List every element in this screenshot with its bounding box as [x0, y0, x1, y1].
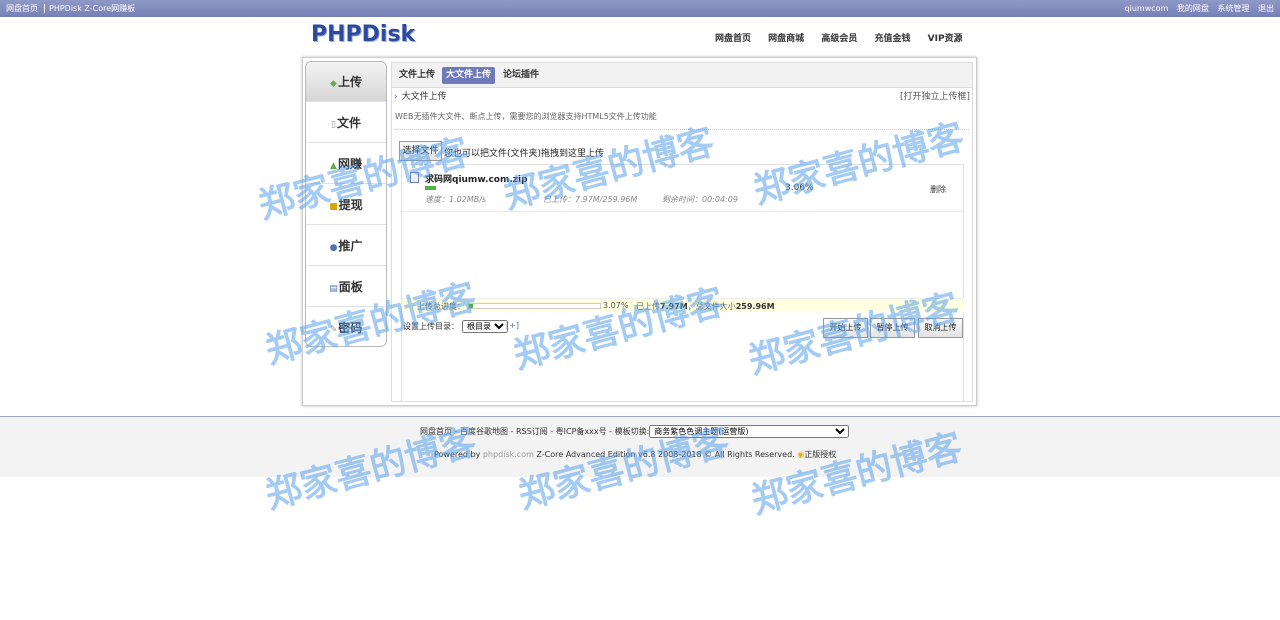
top-bar: 网盘首页 PHPDisk Z-Core网赚板 qiumwcom 我的网盘 系统管理…	[0, 0, 1280, 17]
file-remaining-time: 剩余时间：00:04:09	[662, 195, 738, 204]
upload-drop-zone[interactable]: 求码网qiumw.com.zip 3.06% 删除 速度：1.02MB/s 已上…	[401, 164, 964, 401]
cancel-upload-button[interactable]: 取消上传	[918, 318, 963, 338]
theme-select[interactable]: 商务紫色色调主题(运营版)	[649, 425, 850, 438]
tab-big-file-upload[interactable]: 大文件上传	[442, 67, 496, 84]
sidebar-item-promote[interactable]: ●推广	[306, 226, 386, 266]
sidebar-item-panel[interactable]: ▤面板	[306, 267, 386, 307]
arrow-right-icon: ›	[394, 92, 398, 102]
sidebar-item-upload[interactable]: ◆上传	[306, 62, 386, 102]
earn-icon: ▲	[330, 161, 337, 171]
file-uploaded: 已上传：7.97M/259.96M	[543, 195, 638, 204]
sidebar-item-label: 文件	[336, 116, 361, 130]
tab-file-upload[interactable]: 文件上传	[395, 67, 439, 84]
withdraw-icon: ■	[329, 202, 338, 212]
file-progress-fill	[425, 186, 437, 190]
list-item: 求码网qiumw.com.zip 3.06% 删除 速度：1.02MB/s 已上…	[402, 165, 963, 212]
sidebar-item-files[interactable]: ▯文件	[306, 103, 386, 143]
top-link-home[interactable]: 网盘首页	[6, 4, 38, 13]
total-progress-fill	[469, 304, 474, 308]
upload-dir-select[interactable]: 根目录	[462, 320, 508, 333]
top-link-user[interactable]: qiumwcom	[1125, 4, 1169, 13]
footer-copyright: Powered by phpdisk.com Z-Core Advanced E…	[434, 449, 836, 460]
uploaded-prefix: 已上传	[636, 302, 660, 311]
powered-link[interactable]: phpdisk.com	[483, 450, 534, 459]
total-progress-bar	[468, 303, 601, 309]
file-icon: ▯	[331, 120, 336, 130]
top-link-site[interactable]: PHPDisk Z-Core网赚板	[49, 4, 135, 13]
nav-vip-member[interactable]: 高级会员	[821, 34, 857, 44]
powered-suffix: Z-Core Advanced Edition v6.8 2008-2018 ©…	[533, 450, 795, 459]
upload-tabs: 文件上传 大文件上传 论坛插件	[392, 63, 972, 88]
top-bar-left: 网盘首页 PHPDisk Z-Core网赚板	[6, 3, 141, 14]
nav-vip-resources[interactable]: VIP资源	[928, 34, 963, 44]
nav-shop[interactable]: 网盘商城	[768, 34, 804, 44]
total-progress: 上传总进度： 3.07% 已上传7.97M，总文件大小259.96M	[402, 298, 964, 312]
top-link-mydisk[interactable]: 我的网盘	[1177, 4, 1209, 13]
sidebar-item-label: 推广	[338, 239, 363, 253]
file-progress-percent: 3.06%	[785, 183, 814, 193]
sidebar-item-label: 网赚	[337, 157, 362, 171]
file-speed: 速度：1.02MB/s	[425, 195, 487, 204]
delete-file-link[interactable]: 删除	[930, 184, 946, 195]
choose-file-button[interactable]: 选择文件	[399, 141, 442, 161]
license-link[interactable]: 正版授权	[804, 450, 836, 459]
sidebar-item-earn[interactable]: ▲网赚	[306, 144, 386, 184]
document-icon	[410, 172, 419, 183]
site-logo[interactable]: PHPDisk	[311, 22, 415, 47]
upload-content: 文件上传 大文件上传 论坛插件 › 大文件上传 [打开独立上传框] WEB无插件大…	[391, 62, 973, 402]
sidebar: ◆上传 ▯文件 ▲网赚 ■提现 ●推广 ▤面板 ✎密码	[305, 61, 387, 347]
sidebar-item-label: 上传	[337, 75, 362, 89]
nav-home[interactable]: 网盘首页	[715, 34, 751, 44]
start-upload-button[interactable]: 开始上传	[823, 318, 868, 338]
file-progress-bar	[425, 186, 785, 190]
total-progress-info: 已上传7.97M，总文件大小259.96M	[636, 301, 775, 312]
section-title-text: 大文件上传	[401, 92, 447, 102]
size-prefix: ，总文件大小	[687, 302, 736, 311]
promote-icon: ●	[329, 243, 338, 253]
footer-links: 网盘首页 - 百度谷歌地图 - RSS订阅 - 粤ICP备xxx号 - 模板切换…	[420, 425, 850, 438]
sidebar-item-label: 密码	[338, 321, 363, 335]
panel-icon: ▤	[329, 284, 338, 294]
upload-description: WEB无插件大文件、断点上传，需要您的浏览器支持HTML5文件上传功能	[395, 112, 657, 121]
sidebar-item-label: 提现	[338, 198, 363, 212]
divider	[395, 129, 969, 130]
section-title: › 大文件上传	[394, 89, 447, 102]
tab-forum-plugin[interactable]: 论坛插件	[499, 67, 543, 84]
upload-icon: ◆	[330, 79, 337, 89]
sidebar-item-withdraw[interactable]: ■提现	[306, 185, 386, 225]
drop-tip: 您也可以把文件(文件夹)拖拽到这里上传	[444, 149, 605, 159]
top-bar-right: qiumwcom 我的网盘 系统管理 退出	[1119, 3, 1274, 14]
sidebar-item-label: 面板	[338, 280, 363, 294]
upload-dir-label: 设置上传目录：	[403, 322, 459, 331]
total-progress-percent: 3.07%	[603, 301, 629, 310]
footer: 网盘首页 - 百度谷歌地图 - RSS订阅 - 粤ICP备xxx号 - 模板切换…	[0, 416, 1280, 477]
total-uploaded: 7.97M	[660, 302, 688, 311]
add-dir-link[interactable]: [+]	[506, 321, 519, 330]
pause-upload-button[interactable]: 暂停上传	[870, 318, 915, 338]
total-size: 259.96M	[735, 302, 775, 311]
total-progress-label: 上传总进度：	[417, 302, 465, 311]
top-link-admin[interactable]: 系统管理	[1217, 4, 1249, 13]
top-link-logout[interactable]: 退出	[1258, 4, 1274, 13]
main-nav: 网盘首页 网盘商城 高级会员 充值金钱 VIP资源	[715, 31, 977, 44]
footer-links-text[interactable]: 网盘首页 - 百度谷歌地图 - RSS订阅 - 粤ICP备xxx号 - 模板切换…	[420, 427, 649, 436]
nav-recharge[interactable]: 充值金钱	[874, 34, 910, 44]
open-standalone-link[interactable]: [打开独立上传框]	[900, 89, 970, 102]
sidebar-item-password[interactable]: ✎密码	[306, 308, 386, 348]
top-separator	[44, 4, 45, 13]
file-name: 求码网qiumw.com.zip	[425, 175, 528, 185]
powered-prefix: Powered by	[434, 450, 483, 459]
password-icon: ✎	[329, 325, 338, 335]
